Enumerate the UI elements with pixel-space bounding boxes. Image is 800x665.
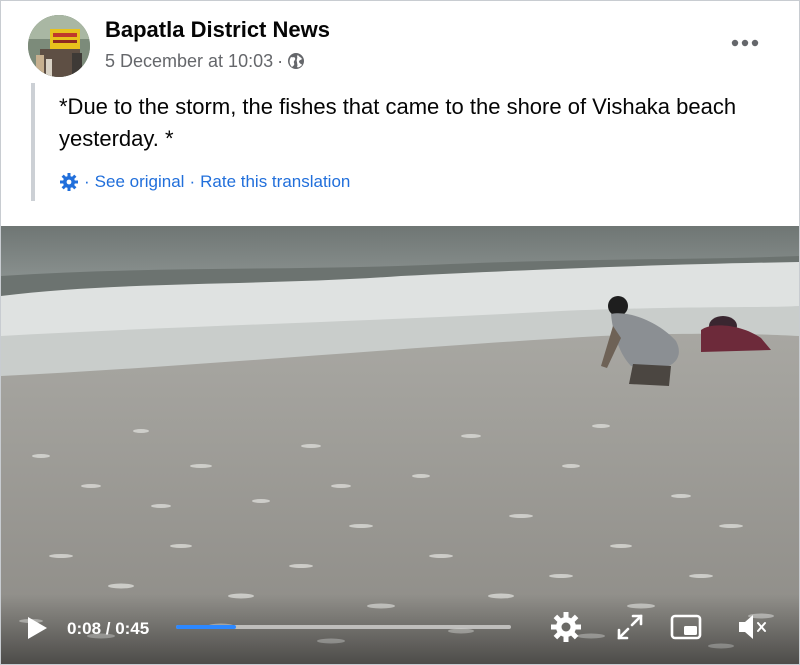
globe-icon [287, 52, 305, 70]
settings-icon[interactable] [549, 610, 583, 644]
page-avatar[interactable] [28, 15, 90, 77]
translation-row: · See original · Rate this translation [59, 171, 350, 193]
see-original-link[interactable]: See original [95, 172, 185, 192]
picture-in-picture-icon[interactable] [669, 610, 703, 644]
video-controls: 0:08 / 0:45 [1, 594, 799, 664]
rate-translation-link[interactable]: Rate this translation [200, 172, 350, 192]
meta-separator: · [277, 50, 284, 71]
post-text: *Due to the storm, the fishes that came … [59, 94, 737, 151]
video-player[interactable]: 0:08 / 0:45 [1, 226, 799, 664]
video-progress-fill [176, 625, 236, 629]
video-progress-bar[interactable] [176, 625, 511, 629]
play-icon[interactable] [25, 616, 49, 640]
more-options-button[interactable] [727, 29, 763, 57]
post-card: Bapatla District News 5 December at 10:0… [0, 0, 800, 665]
avatar-image [28, 15, 90, 77]
post-header: Bapatla District News 5 December at 10:0… [1, 1, 799, 91]
post-meta: 5 December at 10:03 · [105, 50, 305, 72]
video-time: 0:08 / 0:45 [67, 619, 150, 638]
translation-separator: · [189, 172, 196, 191]
translation-separator: · [84, 172, 90, 191]
fullscreen-icon[interactable] [613, 610, 647, 644]
mute-icon[interactable] [735, 610, 769, 644]
translation-quote-bar [31, 83, 35, 201]
more-options-icon [731, 39, 759, 47]
gear-icon [60, 173, 78, 191]
post-timestamp[interactable]: 5 December at 10:03 [105, 51, 273, 72]
page-name-link[interactable]: Bapatla District News [105, 17, 330, 43]
